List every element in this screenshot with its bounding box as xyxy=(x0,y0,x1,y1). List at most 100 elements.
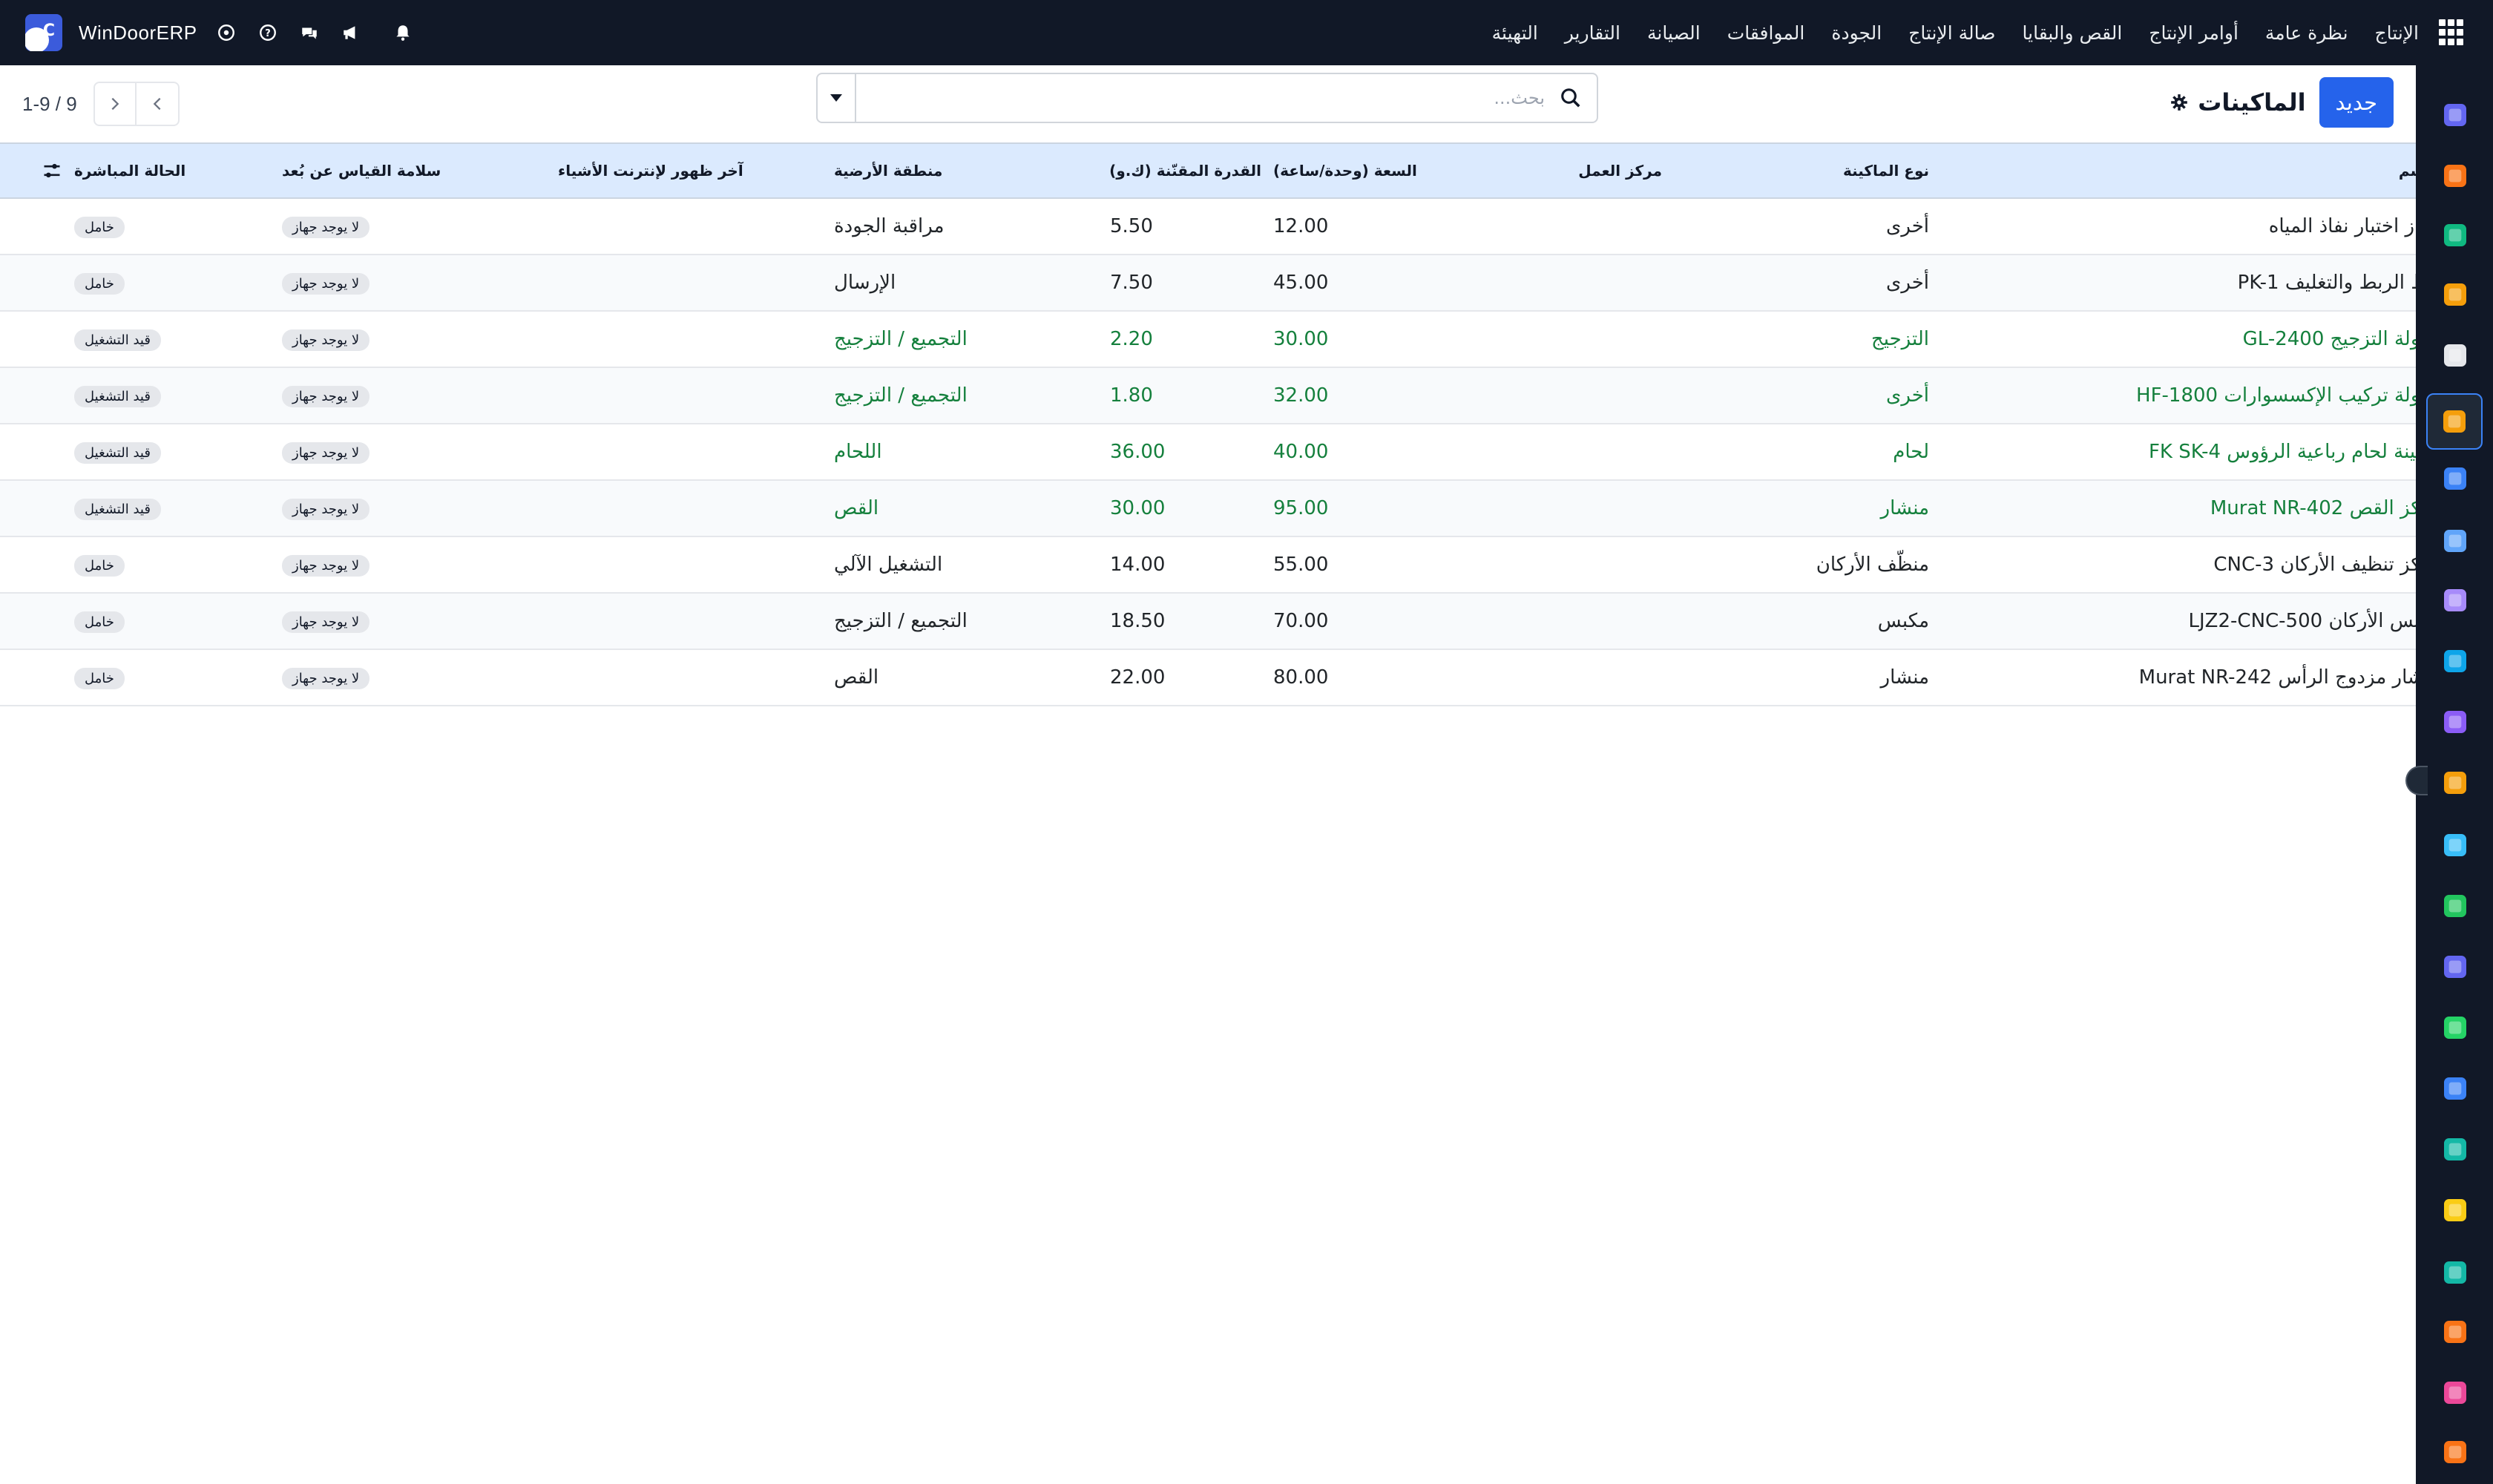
menu-maintenance[interactable]: الصيانة xyxy=(1647,22,1701,44)
column-header-capacity[interactable]: السعة (وحدة/ساعة) xyxy=(1267,143,1431,198)
cell-power: 1.80 xyxy=(1110,384,1153,407)
column-header-power[interactable]: القدرة المقنّنة (ك.و) xyxy=(1104,143,1267,198)
inventory-app-icon[interactable] xyxy=(2435,215,2475,255)
status-badge: قيد التشغيل xyxy=(74,442,161,464)
documents-app-icon[interactable] xyxy=(2435,1252,2475,1293)
cell-iot xyxy=(552,480,828,536)
megaphone-icon[interactable] xyxy=(340,22,362,44)
cell-type: منشار xyxy=(1880,666,1929,689)
mail-app-icon[interactable] xyxy=(2435,95,2475,135)
menu-reports[interactable]: التقارير xyxy=(1565,22,1620,44)
bell-icon[interactable] xyxy=(392,22,414,44)
cell-power: 5.50 xyxy=(1110,215,1153,237)
cell-type: مكبس xyxy=(1877,610,1929,632)
cell-status: قيد التشغيل xyxy=(68,480,276,536)
cell-iot xyxy=(552,311,828,367)
chat-icon[interactable] xyxy=(298,22,321,44)
table-row[interactable]: خط الربط والتغليف PK-1 أخرى 45.00 7.50 الإرس… xyxy=(0,255,2483,311)
table-row[interactable]: طاولة تركيب الإكسسوارات HF-1800 أخرى 32.00… xyxy=(0,367,2483,424)
reports-app-icon[interactable] xyxy=(2435,275,2475,315)
pager-value[interactable]: 1-9 / 9 xyxy=(22,93,77,116)
cell-capacity: 30.00 xyxy=(1273,328,1329,350)
cell-status: خامل xyxy=(68,649,276,706)
column-header-type[interactable]: نوع الماكينة xyxy=(1668,143,1935,198)
table-row[interactable]: مكبس الأركان LJZ2-CNC-500 مكبس 70.00 18.50 ا… xyxy=(0,593,2483,649)
knowledge-app-icon[interactable] xyxy=(2435,521,2475,561)
cell-workcenter xyxy=(1431,255,1668,311)
contacts-app-icon[interactable] xyxy=(2435,886,2475,926)
menu-production-orders[interactable]: أوامر الإنتاج xyxy=(2149,22,2239,44)
status-badge: قيد التشغيل xyxy=(74,329,161,351)
cell-workcenter xyxy=(1431,424,1668,480)
sales-app-icon[interactable] xyxy=(2435,641,2475,681)
cell-status: خامل xyxy=(68,536,276,593)
cell-health: لا يوجد جهاز xyxy=(276,198,552,255)
table-row[interactable]: مركز القص Murat NR-402 منشار 95.00 30.00 الق… xyxy=(0,480,2483,536)
pager-next-button[interactable] xyxy=(93,82,137,126)
whatsapp-app-icon[interactable] xyxy=(2435,1008,2475,1048)
menu-approvals[interactable]: الموافقات xyxy=(1727,22,1805,44)
company-name[interactable]: WinDoorERP xyxy=(79,22,197,45)
telemetry-badge: لا يوجد جهاز xyxy=(282,555,370,577)
control-panel: 1-9 / 9 جديد الماكينات xyxy=(0,65,2416,142)
menu-overview[interactable]: نظرة عامة xyxy=(2265,22,2348,44)
app-switcher-grid-icon[interactable] xyxy=(2437,19,2463,46)
cell-status: قيد التشغيل xyxy=(68,311,276,367)
settings-app-icon[interactable] xyxy=(2435,1432,2475,1472)
team-app-icon[interactable] xyxy=(2435,702,2475,742)
column-header-workcenter[interactable]: مركز العمل xyxy=(1431,143,1668,198)
menu-configuration[interactable]: التهيئة xyxy=(1492,22,1538,44)
discuss-app-icon[interactable] xyxy=(2435,156,2475,196)
package-app-icon[interactable] xyxy=(2435,580,2475,620)
menu-quality[interactable]: الجودة xyxy=(1831,22,1882,44)
help-circle-icon[interactable] xyxy=(215,22,237,44)
cell-iot xyxy=(552,255,828,311)
cell-power: 7.50 xyxy=(1110,272,1153,294)
cell-workcenter xyxy=(1431,367,1668,424)
menu-production[interactable]: الإنتاج xyxy=(2375,22,2419,44)
machines-app-icon[interactable] xyxy=(2426,393,2483,450)
column-header-zone[interactable]: منطقة الأرضية xyxy=(828,143,1104,198)
table-row[interactable]: جهاز اختبار نفاذ المياه أخرى 12.00 5.50 مراق… xyxy=(0,198,2483,255)
box-app-icon[interactable] xyxy=(2435,335,2475,375)
time-off-app-icon[interactable] xyxy=(2435,1068,2475,1109)
cell-iot xyxy=(552,593,828,649)
telegram-app-icon[interactable] xyxy=(2435,1190,2475,1230)
gear-icon[interactable] xyxy=(2168,92,2189,113)
cell-zone: التشغيل الآلي xyxy=(834,554,943,576)
calendar-app-icon[interactable] xyxy=(2435,763,2475,803)
page-title: الماكينات xyxy=(2198,88,2306,116)
sidebar-toggle[interactable] xyxy=(2405,766,2428,795)
search-input[interactable] xyxy=(856,74,1545,122)
new-button[interactable]: جديد xyxy=(2319,77,2394,128)
cell-health: لا يوجد جهاز xyxy=(276,424,552,480)
column-header-iot[interactable]: آخر ظهور لإنترنت الأشياء xyxy=(552,143,828,198)
column-header-health[interactable]: سلامة القياس عن بُعد xyxy=(276,143,552,198)
menu-production-hall[interactable]: صالة الإنتاج xyxy=(1908,22,1995,44)
company-logo[interactable]: C xyxy=(25,14,62,51)
sign-app-icon[interactable] xyxy=(2435,825,2475,865)
column-header-name[interactable]: الاسم xyxy=(1935,143,2447,198)
table-row[interactable]: طاولة التزجيج GL-2400 التزجيج 30.00 2.20 الت… xyxy=(0,311,2483,367)
pager-previous-button[interactable] xyxy=(136,82,180,126)
column-header-status[interactable]: الحالة المباشرة xyxy=(68,143,276,198)
question-icon[interactable]: ? xyxy=(257,22,279,44)
table-row[interactable]: ماكينة لحام رباعية الرؤوس FK SK-4 لحام 40.… xyxy=(0,424,2483,480)
search-options-toggle[interactable] xyxy=(818,74,856,122)
table-row[interactable]: منشار مزدوج الرأس Murat NR-242 منشار 80.00… xyxy=(0,649,2483,706)
cell-capacity: 70.00 xyxy=(1273,610,1329,632)
website-app-icon[interactable] xyxy=(2435,1129,2475,1169)
apps-hub-icon[interactable] xyxy=(2435,1312,2475,1352)
cell-zone: الإرسال xyxy=(834,272,896,294)
quality-app-icon[interactable] xyxy=(2435,459,2475,499)
menu-cutting-remnants[interactable]: القص والبقايا xyxy=(2023,22,2123,44)
cell-name: مركز تنظيف الأركان CNC-3 xyxy=(2213,554,2441,576)
dashboard-app-icon[interactable] xyxy=(2435,947,2475,987)
table-row[interactable]: مركز تنظيف الأركان CNC-3 منظّف الأركان 55.… xyxy=(0,536,2483,593)
optional-columns-cell[interactable] xyxy=(0,143,68,198)
search-icon[interactable] xyxy=(1545,74,1597,122)
sliders-icon[interactable] xyxy=(42,160,62,181)
chevron-right-icon xyxy=(111,97,119,111)
analytics-app-icon[interactable] xyxy=(2435,1373,2475,1413)
cell-workcenter xyxy=(1431,649,1668,706)
